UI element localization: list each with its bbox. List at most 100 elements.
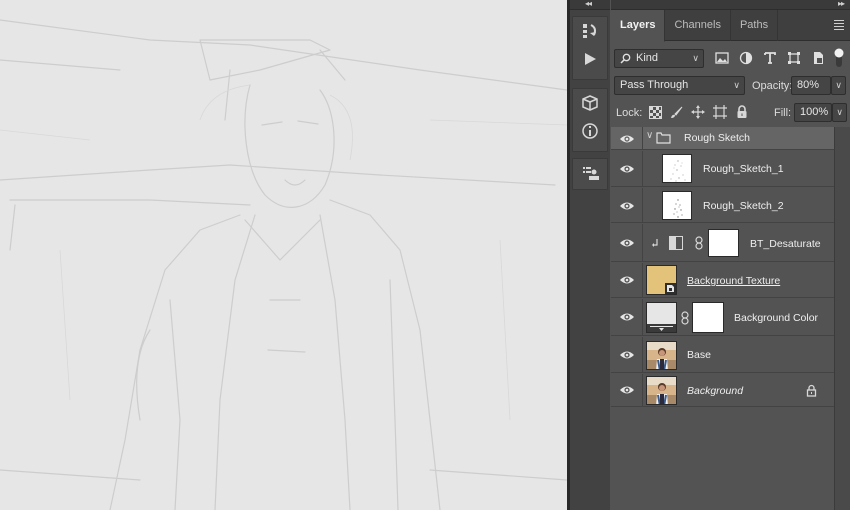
lock-all-icon[interactable] xyxy=(736,105,748,119)
layer-row-fill[interactable]: Background Color xyxy=(611,299,834,336)
lock-artboard-icon[interactable] xyxy=(713,105,727,119)
filter-toggle-switch[interactable] xyxy=(833,47,845,69)
strip-header[interactable]: ◂◂ xyxy=(570,0,610,10)
layer-name: Base xyxy=(687,349,711,361)
lock-transparent-pixels-icon[interactable] xyxy=(649,106,662,119)
opacity-label: Opacity: xyxy=(752,80,793,92)
chevron-down-icon[interactable]: ∨ xyxy=(646,130,653,141)
3d-icon[interactable] xyxy=(573,89,607,117)
layer-name: Rough_Sketch_2 xyxy=(703,200,784,212)
filter-smart-object-icon[interactable] xyxy=(811,51,825,65)
chevron-down-icon: ∨ xyxy=(835,80,842,90)
layer-row-smart-object[interactable]: Background Texture xyxy=(611,263,834,298)
collapsed-panel-strip: ◂◂ xyxy=(570,0,610,510)
clipping-mask-icon xyxy=(652,239,658,247)
photo-thumbnail xyxy=(646,376,677,405)
tab-channels[interactable]: Channels xyxy=(665,10,731,41)
layer-row[interactable]: Rough_Sketch_2 xyxy=(611,188,834,223)
layer-list-empty-area[interactable] xyxy=(611,407,834,510)
eye-icon[interactable] xyxy=(619,309,635,325)
strip-group-history xyxy=(572,16,608,80)
layer-name: Background Texture xyxy=(687,275,781,287)
visibility-cell[interactable] xyxy=(611,127,643,149)
filter-adjustment-icon[interactable] xyxy=(739,51,753,65)
lock-label: Lock: xyxy=(616,107,643,119)
blend-mode-value: Pass Through xyxy=(620,79,689,91)
eye-icon[interactable] xyxy=(619,347,635,363)
lock-image-pixels-icon[interactable] xyxy=(670,106,683,119)
opacity-input[interactable]: 80% xyxy=(791,76,831,95)
tab-layers[interactable]: Layers xyxy=(611,10,666,42)
layer-list-scrollbar[interactable] xyxy=(834,127,850,510)
photo-thumbnail xyxy=(646,341,677,370)
filter-kind-label: Kind xyxy=(636,52,659,64)
history-icon[interactable] xyxy=(573,17,607,45)
layer-row[interactable]: Base xyxy=(611,337,834,373)
fill-value: 100% xyxy=(800,106,829,118)
play-action-icon[interactable] xyxy=(573,45,607,73)
eye-icon[interactable] xyxy=(619,272,635,288)
visibility-cell[interactable] xyxy=(611,188,643,222)
eye-icon[interactable] xyxy=(619,198,635,214)
link-icon[interactable] xyxy=(681,311,689,325)
chevron-down-icon: ∨ xyxy=(692,53,699,63)
eye-icon[interactable] xyxy=(619,131,635,147)
layer-name: Background Color xyxy=(734,312,819,324)
eye-icon[interactable] xyxy=(619,235,635,251)
info-icon[interactable] xyxy=(573,117,607,145)
eye-icon[interactable] xyxy=(619,161,635,177)
chevron-down-icon: ∨ xyxy=(733,80,740,90)
tab-paths[interactable]: Paths xyxy=(731,10,779,41)
layer-mask-thumbnail xyxy=(708,229,739,257)
visibility-cell[interactable] xyxy=(611,299,643,335)
sketch-artwork xyxy=(0,19,567,510)
fill-input[interactable]: 100% xyxy=(794,103,832,122)
visibility-cell[interactable] xyxy=(611,263,643,297)
visibility-cell[interactable] xyxy=(611,374,643,406)
lock-icon[interactable] xyxy=(806,384,817,397)
filter-shape-icon[interactable] xyxy=(787,51,801,65)
layer-name: Rough_Sketch_1 xyxy=(703,163,784,175)
smart-object-badge-icon xyxy=(665,283,676,294)
strip-group-properties xyxy=(572,158,608,190)
visibility-cell[interactable] xyxy=(611,224,643,261)
panel-topbar[interactable]: ▸▸ xyxy=(611,0,850,10)
lock-position-icon[interactable] xyxy=(691,105,705,119)
chevron-down-icon: ∨ xyxy=(836,107,843,117)
document-canvas[interactable] xyxy=(0,0,567,510)
layer-row-background[interactable]: Background xyxy=(611,374,834,407)
filter-pixel-icon[interactable] xyxy=(715,51,729,65)
visibility-cell[interactable] xyxy=(611,337,643,372)
layer-thumbnail xyxy=(646,265,677,295)
adjustment-layer-icon xyxy=(669,236,683,250)
panel-menu-icon[interactable] xyxy=(834,20,844,32)
layer-row[interactable]: Rough_Sketch_1 xyxy=(611,151,834,187)
fill-dropdown[interactable]: ∨ xyxy=(832,103,847,122)
fill-label: Fill: xyxy=(774,107,792,119)
layer-name: Background xyxy=(687,385,744,397)
fill-layer-thumbnail xyxy=(646,302,677,333)
opacity-dropdown[interactable]: ∨ xyxy=(831,76,846,95)
layer-row-group[interactable]: ∨ Rough Sketch xyxy=(611,127,834,150)
panel-tabs: Layers Channels Paths xyxy=(611,10,850,42)
layer-name: Rough Sketch xyxy=(684,132,750,144)
collapse-arrows-icon[interactable]: ◂◂ xyxy=(585,0,592,8)
opacity-value: 80% xyxy=(797,79,820,91)
filter-type-icon[interactable] xyxy=(763,51,777,65)
strip-group-3d xyxy=(572,88,608,152)
layers-panel: ▸▸ Layers Channels Paths Kind ∨ Pass Thr… xyxy=(611,0,850,510)
layer-row-adjustment[interactable]: BT_Desaturate xyxy=(611,224,834,262)
visibility-cell[interactable] xyxy=(611,151,643,186)
expand-arrows-icon[interactable]: ▸▸ xyxy=(838,0,845,8)
layer-thumbnail xyxy=(662,154,692,183)
layer-thumbnail xyxy=(662,191,692,220)
layer-mask-thumbnail xyxy=(692,302,724,333)
blend-mode-select[interactable]: Pass Through ∨ xyxy=(614,76,745,95)
folder-icon xyxy=(656,132,671,144)
layer-name: BT_Desaturate xyxy=(750,238,821,250)
link-icon[interactable] xyxy=(695,236,703,250)
eye-icon[interactable] xyxy=(619,382,635,398)
properties-icon[interactable] xyxy=(573,159,607,187)
filter-kind-select[interactable]: Kind ∨ xyxy=(614,49,704,68)
search-icon xyxy=(620,53,631,64)
